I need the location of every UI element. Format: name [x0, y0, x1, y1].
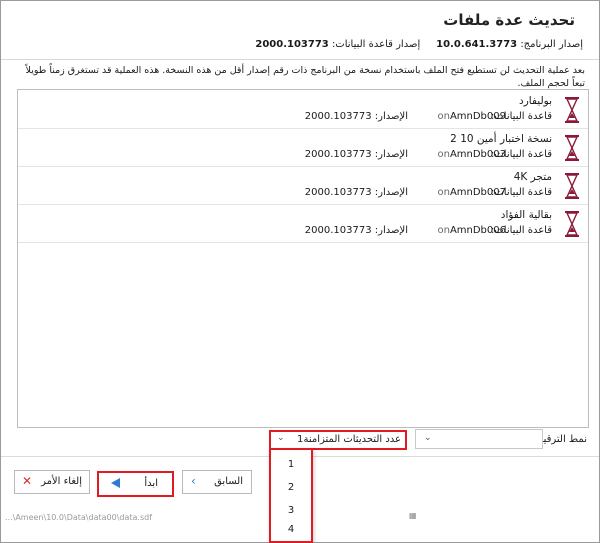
info-text: بعد عملية التحديث لن تستطيع فتح الملف با…: [25, 65, 585, 89]
cancel-button[interactable]: ✕ إلغاء الأمر: [14, 470, 90, 494]
file-name: بقالية الفؤاد: [500, 209, 552, 221]
dropdown-option[interactable]: 2: [271, 477, 311, 499]
previous-label: السابق: [214, 476, 243, 487]
file-row[interactable]: نسخة اختبار أمين 10 2 قاعدة البيانات: Am…: [18, 128, 588, 167]
start-button[interactable]: ابدأ: [97, 471, 174, 497]
hourglass-icon: [565, 135, 579, 161]
hourglass-icon: [565, 173, 579, 199]
start-label: ابدأ: [144, 478, 158, 489]
dropdown-option[interactable]: 3: [271, 500, 311, 522]
play-left-icon: [111, 478, 120, 488]
close-icon: ✕: [22, 474, 33, 488]
db-name: AmnDb009: [449, 111, 506, 122]
concurrent-updates-value[interactable]: 1: [297, 434, 303, 445]
version-value: 2000.103773: [304, 111, 372, 122]
dropdown-option[interactable]: 1: [271, 454, 311, 476]
hourglass-icon: [565, 211, 579, 237]
db-version-label: إصدار قاعدة البيانات:: [331, 39, 421, 50]
version-value: 2000.103773: [304, 225, 372, 236]
version-label: الإصدار:: [374, 187, 408, 198]
update-dialog: تحديث عدة ملفات إصدار البرنامج: 10.0.641…: [0, 0, 600, 543]
upgrade-mode-label: نمط الترقية: [538, 434, 587, 445]
file-name: نسخة اختبار أمين 10 2: [450, 133, 552, 145]
version-label: الإصدار:: [374, 149, 408, 160]
chevron-down-icon: ⌄: [424, 433, 432, 443]
file-version: الإصدار: 2000.103773: [305, 111, 408, 122]
file-name: بوليفارد: [519, 95, 552, 107]
version-info: إصدار البرنامج: 10.0.641.3773 إصدار قاعد…: [255, 39, 583, 50]
file-version: الإصدار: 2000.103773: [305, 225, 408, 236]
dropdown-option[interactable]: 4: [271, 523, 311, 539]
file-version: الإصدار: 2000.103773: [305, 187, 408, 198]
upgrade-mode-select[interactable]: ⌄: [415, 429, 543, 449]
program-version-label: إصدار البرنامج:: [520, 39, 583, 50]
version-value: 2000.103773: [304, 187, 372, 198]
concurrent-updates-label: عدد التحديثات المتزامنة: [303, 434, 402, 445]
db-name: AmnDb007: [449, 187, 506, 198]
grid-icon: ▦: [409, 511, 417, 520]
file-version: الإصدار: 2000.103773: [305, 149, 408, 160]
files-list[interactable]: بوليفارد قاعدة البيانات: AmnDb009 on الإ…: [17, 89, 589, 428]
db-name: AmnDb006: [449, 225, 506, 236]
file-row[interactable]: بقالية الفؤاد قاعدة البيانات: AmnDb006 o…: [18, 204, 588, 243]
on-label: on: [437, 111, 450, 122]
program-version-value: 10.0.641.3773: [436, 39, 518, 50]
hourglass-icon: [565, 97, 579, 123]
concurrent-updates-control[interactable]: عدد التحديثات المتزامنة ⌄ 1: [269, 430, 407, 450]
dialog-title: تحديث عدة ملفات: [443, 11, 575, 29]
header-divider: [1, 59, 599, 60]
on-label: on: [437, 149, 450, 160]
status-path: ...\Ameen\10.0\Data\data00\data.sdf: [5, 513, 153, 522]
db-version-value: 2000.103773: [255, 39, 329, 50]
version-label: الإصدار:: [374, 111, 408, 122]
chevron-down-icon[interactable]: ⌄: [277, 433, 285, 443]
file-row[interactable]: متجر 4K قاعدة البيانات: AmnDb007 on الإص…: [18, 166, 588, 205]
cancel-label: إلغاء الأمر: [41, 476, 82, 487]
file-row[interactable]: بوليفارد قاعدة البيانات: AmnDb009 on الإ…: [18, 90, 588, 129]
db-name: AmnDb003: [449, 149, 506, 160]
chevron-left-icon: ‹: [191, 474, 196, 488]
on-label: on: [437, 187, 450, 198]
on-label: on: [437, 225, 450, 236]
version-label: الإصدار:: [374, 225, 408, 236]
previous-button[interactable]: ‹ السابق: [182, 470, 252, 494]
concurrent-updates-dropdown[interactable]: 1 2 3 4: [269, 448, 313, 543]
file-name: متجر 4K: [513, 171, 552, 183]
version-value: 2000.103773: [304, 149, 372, 160]
